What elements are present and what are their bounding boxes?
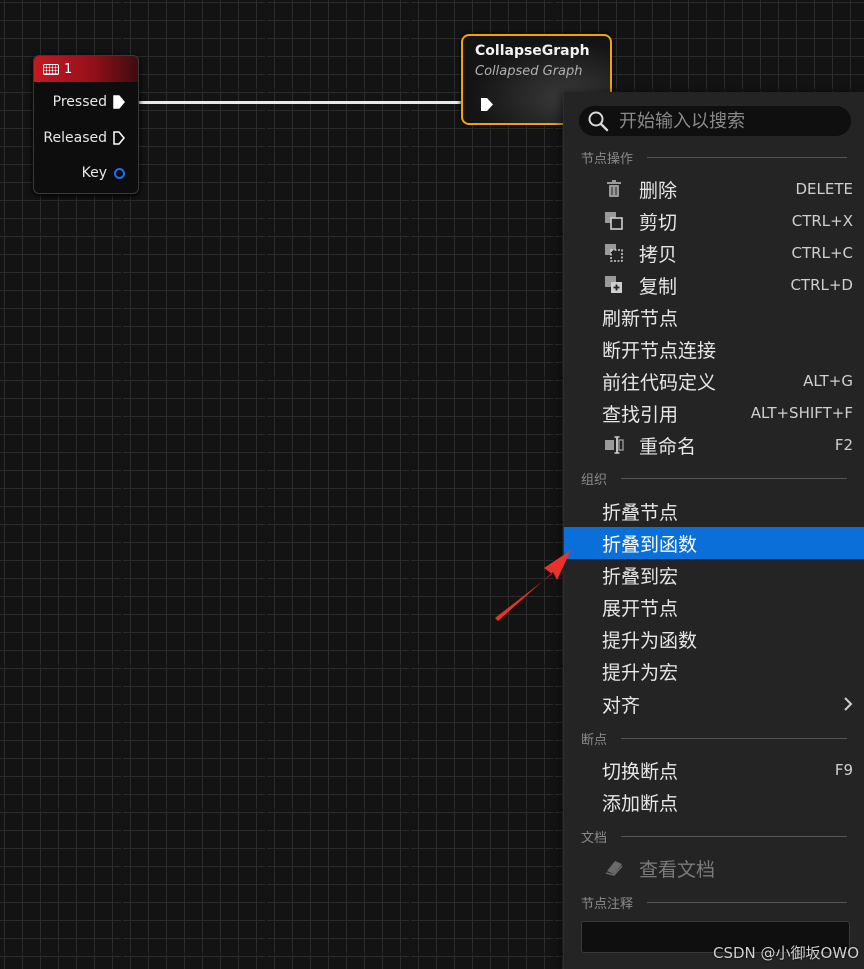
keyboard-event-node[interactable]: 1 Pressed Released Key (33, 55, 139, 194)
pin-key[interactable]: Key (82, 165, 125, 181)
menu-item-promote-to-macro[interactable]: 提升为宏 (564, 655, 864, 687)
menu-item-toggle-breakpoint[interactable]: 切换断点 F9 (564, 754, 864, 786)
menu-item-label: 对齐 (602, 694, 641, 717)
menu-item-collapse-to-macro[interactable]: 折叠到宏 (564, 559, 864, 591)
pin-pressed[interactable]: Pressed (53, 94, 125, 110)
keyboard-icon (43, 63, 59, 75)
menu-item-promote-to-function[interactable]: 提升为函数 (564, 623, 864, 655)
menu-item-label: 拷贝 (639, 243, 678, 266)
duplicate-icon (605, 276, 622, 293)
section-organize: 组织 (581, 470, 847, 488)
menu-item-label: 重命名 (639, 435, 697, 458)
chevron-right-icon (844, 697, 853, 711)
menu-item-label: 折叠到宏 (602, 565, 679, 588)
menu-item-label: 删除 (639, 179, 678, 202)
grid-line (265, 0, 267, 969)
menu-item-label: 查看文档 (639, 858, 716, 881)
menu-item-view-docs[interactable]: 查看文档 (564, 852, 864, 884)
watermark: CSDN @小御坂OWO (713, 944, 859, 962)
menu-item-find-references[interactable]: 查找引用 ALT+SHIFT+F (564, 397, 864, 429)
divider (647, 901, 847, 903)
section-node-comment: 节点注释 (581, 894, 847, 912)
menu-item-label: 刷新节点 (602, 307, 679, 330)
shortcut-label: CTRL+D (790, 276, 853, 294)
menu-item-label: 添加断点 (602, 792, 679, 815)
divider (621, 835, 847, 837)
shortcut-label: ALT+SHIFT+F (750, 404, 853, 422)
pin-label: Key (81, 165, 107, 181)
exec-wire[interactable] (137, 101, 480, 104)
rename-icon (605, 436, 624, 454)
section-label: 断点 (581, 732, 608, 748)
menu-item-add-breakpoint[interactable]: 添加断点 (564, 786, 864, 818)
menu-item-label: 提升为宏 (602, 661, 679, 684)
search-icon (588, 111, 609, 132)
menu-item-label: 折叠到函数 (602, 533, 698, 556)
shortcut-label: ALT+G (803, 372, 853, 390)
menu-item-rename[interactable]: 重命名 F2 (564, 429, 864, 461)
pin-released[interactable]: Released (43, 130, 125, 146)
collapsed-node-subtitle: Collapsed Graph (475, 64, 583, 79)
menu-item-label: 展开节点 (602, 597, 679, 620)
cut-icon (605, 212, 623, 230)
section-label: 节点注释 (581, 896, 634, 912)
documentation-icon (605, 861, 623, 876)
menu-item-label: 断开节点连接 (602, 339, 717, 362)
menu-item-copy[interactable]: 拷贝 CTRL+C (564, 237, 864, 269)
menu-item-refresh-nodes[interactable]: 刷新节点 (564, 301, 864, 333)
shortcut-label: CTRL+C (791, 244, 853, 262)
pin-label: Pressed (52, 94, 107, 110)
exec-input-pin-icon[interactable] (480, 97, 494, 112)
search-input[interactable] (617, 109, 841, 133)
menu-item-break-links[interactable]: 断开节点连接 (564, 333, 864, 365)
menu-item-label: 切换断点 (602, 760, 679, 783)
menu-item-collapse-nodes[interactable]: 折叠节点 (564, 495, 864, 527)
menu-item-label: 提升为函数 (602, 629, 698, 652)
grid-line (409, 0, 411, 969)
menu-item-goto-code[interactable]: 前往代码定义 ALT+G (564, 365, 864, 397)
menu-item-duplicate[interactable]: 复制 CTRL+D (564, 269, 864, 301)
menu-item-collapse-to-function[interactable]: 折叠到函数 (564, 527, 864, 559)
divider (621, 737, 847, 739)
section-label: 节点操作 (581, 151, 634, 167)
menu-item-label: 复制 (639, 275, 678, 298)
menu-item-delete[interactable]: 删除 DELETE (564, 173, 864, 205)
shortcut-label: CTRL+X (791, 212, 853, 230)
section-breakpoints: 断点 (581, 730, 847, 748)
menu-item-label: 折叠节点 (602, 501, 679, 524)
menu-item-expand-node[interactable]: 展开节点 (564, 591, 864, 623)
menu-item-label: 前往代码定义 (602, 371, 717, 394)
context-menu: 节点操作 删除 DELETE 剪切 CTRL+X 拷贝 CTRL+C 复制 CT… (563, 92, 864, 969)
section-label: 组织 (581, 472, 608, 488)
shortcut-label: DELETE (795, 180, 853, 198)
collapsed-node-title: CollapseGraph (475, 43, 590, 59)
section-docs: 文档 (581, 828, 847, 846)
exec-pin-connected-icon[interactable] (113, 95, 125, 109)
search-box[interactable] (579, 106, 851, 136)
menu-item-cut[interactable]: 剪切 CTRL+X (564, 205, 864, 237)
divider (621, 477, 847, 479)
section-label: 文档 (581, 830, 608, 846)
key-node-header[interactable]: 1 (34, 56, 138, 82)
blueprint-graph-canvas[interactable]: 1 Pressed Released Key CollapseGraph Col… (0, 0, 864, 969)
shortcut-label: F2 (834, 436, 853, 454)
trash-icon (607, 180, 621, 197)
pin-label: Released (43, 130, 107, 146)
section-node-actions: 节点操作 (581, 149, 847, 167)
copy-icon (605, 244, 623, 262)
exec-pin-icon[interactable] (113, 131, 125, 145)
grid-line (553, 0, 555, 969)
menu-item-alignment[interactable]: 对齐 (564, 688, 864, 720)
key-node-title: 1 (64, 61, 73, 77)
menu-item-label: 查找引用 (602, 403, 679, 426)
menu-item-label: 剪切 (639, 211, 678, 234)
shortcut-label: F9 (834, 761, 853, 779)
divider (647, 156, 847, 158)
struct-pin-icon[interactable] (114, 167, 125, 179)
